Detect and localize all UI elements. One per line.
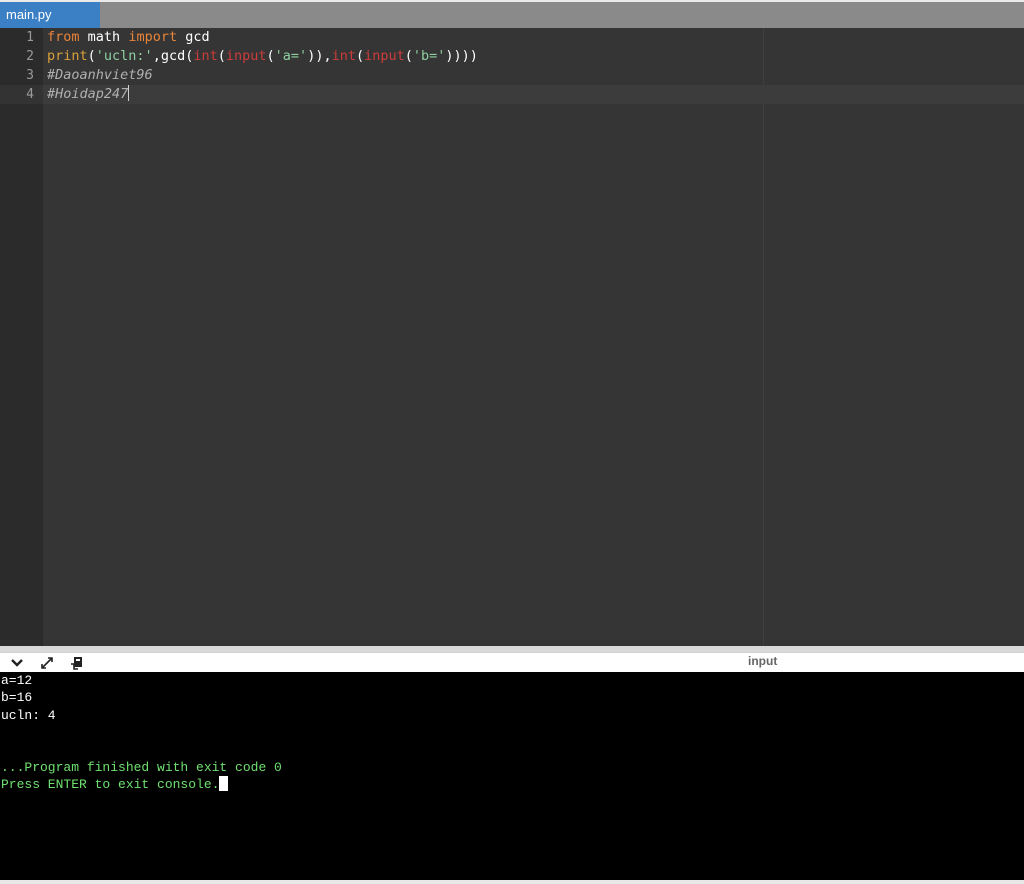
punct: ( — [355, 48, 365, 64]
identifier: gcd — [160, 48, 186, 64]
punct: ( — [87, 48, 96, 64]
string-literal: 'ucln:' — [95, 48, 153, 64]
console-cursor — [219, 776, 229, 791]
builtin-name: input — [225, 48, 267, 64]
punct: , — [152, 48, 161, 64]
code-line-3[interactable]: #Daoanhviet96 — [47, 66, 153, 85]
builtin-name: int — [331, 48, 356, 64]
builtin-name: input — [364, 48, 405, 64]
tab-bar: main.py — [0, 2, 1024, 28]
punct: ( — [217, 48, 226, 64]
line-number: 2 — [26, 49, 34, 64]
code-line-4[interactable]: #Hoidap247 — [47, 85, 130, 104]
input-label: input — [748, 654, 778, 668]
line-number: 1 — [26, 30, 34, 45]
identifier: gcd — [185, 29, 210, 45]
console-toolbar: input — [0, 652, 1024, 672]
line-number-gutter — [0, 28, 43, 646]
code-line-1[interactable]: from math import gcd — [47, 28, 210, 47]
keyword: import — [128, 29, 178, 45]
press-enter-text: Press ENTER to exit console. — [1, 777, 220, 792]
active-line-highlight — [0, 85, 1024, 104]
press-enter-message: Press ENTER to exit console. — [1, 776, 229, 793]
comment: #Hoidap247 — [47, 86, 129, 102]
builtin-name: int — [193, 48, 218, 64]
punct: )), — [307, 48, 332, 64]
keyword: from — [47, 29, 80, 45]
clear-console-icon[interactable] — [68, 655, 86, 671]
code-line-2[interactable]: print('ucln:',gcd(int(input('a=')),int(i… — [47, 47, 478, 66]
punct: ( — [266, 48, 275, 64]
expand-icon[interactable] — [38, 655, 56, 671]
console-line: ucln: 4 — [1, 708, 56, 723]
bottom-edge — [0, 880, 1024, 884]
console-line: a=12 — [1, 673, 33, 688]
comment: #Daoanhviet96 — [47, 67, 153, 83]
module-name: math — [87, 29, 121, 45]
console-line: b=16 — [1, 690, 33, 705]
code-editor[interactable]: 1 2 3 4 from math import gcd print('ucln… — [0, 28, 1024, 646]
string-literal: 'b=' — [412, 48, 446, 64]
punct: )))) — [445, 48, 478, 64]
tab-main-py[interactable]: main.py — [0, 2, 100, 28]
program-finished-message: ...Program finished with exit code 0 — [1, 760, 282, 775]
function-name: print — [47, 48, 88, 64]
line-number: 4 — [26, 87, 34, 102]
punct: ( — [404, 48, 413, 64]
print-margin — [763, 28, 764, 646]
string-literal: 'a=' — [274, 48, 308, 64]
text-cursor — [128, 85, 130, 101]
line-number: 3 — [26, 68, 34, 83]
chevron-down-icon[interactable] — [8, 655, 26, 671]
console-output[interactable]: a=12 b=16 ucln: 4 ...Program finished wi… — [0, 672, 1024, 880]
